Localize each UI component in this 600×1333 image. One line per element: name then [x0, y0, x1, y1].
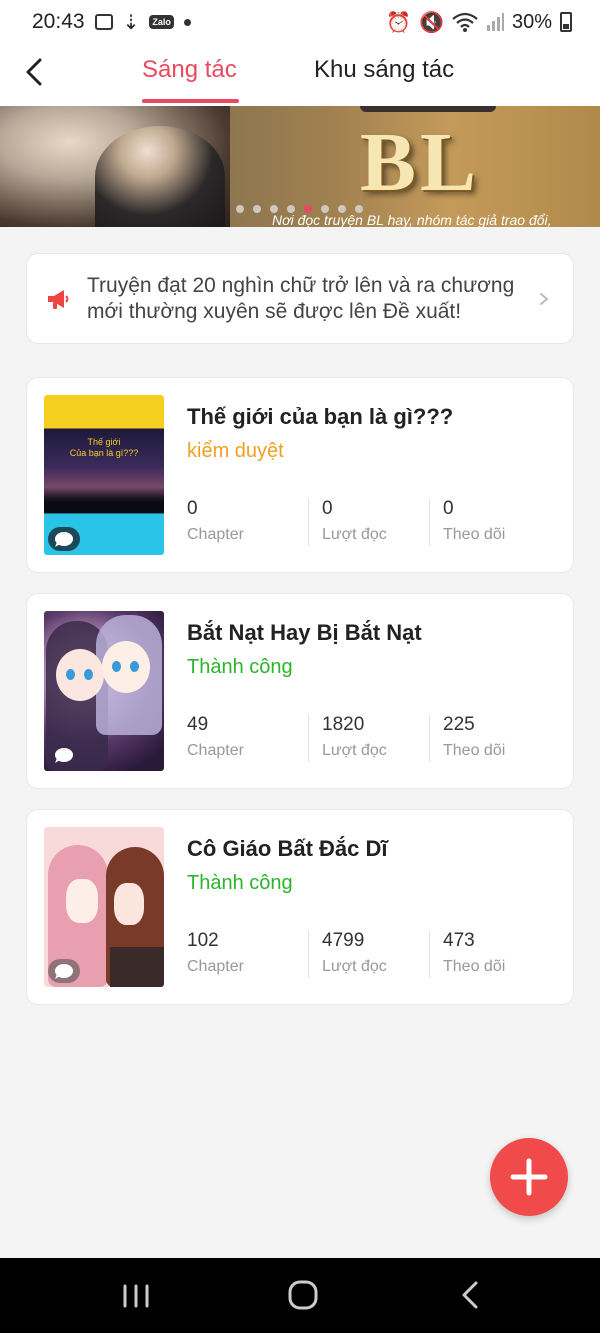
story-status: Thành công	[187, 656, 293, 678]
stat-label: Theo dõi	[443, 526, 506, 543]
wifi-icon	[452, 12, 478, 32]
stat-follows: 225 Theo dõi	[429, 714, 550, 762]
stat-follows: 0 Theo dõi	[429, 498, 550, 546]
stat-label: Chapter	[187, 526, 244, 543]
carousel-dot[interactable]	[236, 205, 244, 213]
banner-decoration	[360, 106, 496, 112]
system-nav-bar	[0, 1258, 600, 1333]
stat-value: 0	[322, 498, 333, 519]
download-icon: ⇣	[122, 11, 140, 34]
back-button[interactable]	[18, 54, 54, 90]
story-title: Thế giới của bạn là gì???	[187, 404, 454, 429]
stat-value: 225	[443, 714, 475, 735]
stat-follows: 473 Theo dõi	[429, 930, 550, 978]
stat-label: Theo dõi	[443, 742, 506, 759]
home-icon	[288, 1280, 318, 1310]
stat-label: Lượt đọc	[322, 958, 387, 975]
signal-icon	[486, 13, 504, 31]
story-cover: Thế giới Của bạn là gì???	[44, 395, 164, 555]
stat-label: Theo dõi	[443, 958, 506, 975]
carousel-dot[interactable]	[338, 205, 346, 213]
story-stats: 49 Chapter 1820 Lượt đọc 225 Theo dõi	[187, 714, 550, 762]
notification-dot-icon	[183, 18, 191, 26]
back-icon	[462, 1281, 478, 1309]
banner-artwork-figure	[95, 126, 225, 227]
cover-title-text: Thế giới Của bạn là gì???	[69, 437, 139, 458]
carousel-dot[interactable]	[355, 205, 363, 213]
add-story-button[interactable]	[490, 1138, 568, 1216]
carousel-dots	[236, 205, 363, 213]
story-status: kiểm duyệt	[187, 440, 284, 462]
story-card[interactable]: Bắt Nạt Hay Bị Bắt Nạt Thành công 49 Chap…	[26, 593, 574, 789]
mute-icon: 🔇	[419, 11, 444, 34]
stat-chapter: 102 Chapter	[187, 930, 308, 978]
carousel-dot[interactable]	[321, 205, 329, 213]
stat-label: Lượt đọc	[322, 526, 387, 543]
tab-active-underline	[142, 99, 239, 103]
megaphone-icon	[48, 289, 69, 309]
battery-icon	[560, 12, 572, 32]
comment-bubble-icon	[48, 743, 80, 767]
story-cover	[44, 827, 164, 987]
chevron-left-icon	[26, 58, 42, 86]
stat-value: 4799	[322, 930, 365, 951]
stat-label: Chapter	[187, 742, 244, 759]
banner-caption: Nơi đọc truyện BL hay, nhóm tác giả trao…	[272, 212, 552, 227]
banner-title: BL	[360, 116, 481, 209]
header: Sáng tác Khu sáng tác	[0, 44, 600, 106]
stat-reads: 0 Lượt đọc	[308, 498, 429, 546]
stat-value: 49	[187, 714, 209, 735]
recommendation-notice[interactable]: Truyện đạt 20 nghìn chữ trở lên và ra ch…	[26, 253, 574, 344]
battery-text: 30%	[511, 10, 552, 33]
gallery-icon	[94, 14, 113, 30]
zalo-icon: Zalo	[149, 15, 174, 29]
plus-icon	[510, 1158, 548, 1196]
story-cover	[44, 611, 164, 771]
status-time: 20:43	[32, 10, 85, 33]
stat-chapter: 0 Chapter	[187, 498, 308, 546]
carousel-dot[interactable]	[253, 205, 261, 213]
story-status: Thành công	[187, 872, 293, 894]
recent-apps-icon	[123, 1284, 149, 1308]
stat-reads: 4799 Lượt đọc	[308, 930, 429, 978]
nav-back-button[interactable]	[452, 1278, 492, 1314]
stat-value: 1820	[322, 714, 365, 735]
story-stats: 0 Chapter 0 Lượt đọc 0 Theo dõi	[187, 498, 550, 546]
story-title: Bắt Nạt Hay Bị Bắt Nạt	[187, 620, 422, 645]
recent-apps-button[interactable]	[116, 1278, 156, 1314]
comment-bubble-icon	[48, 527, 80, 551]
story-title: Cô Giáo Bất Đắc Dĩ	[187, 836, 388, 861]
stat-chapter: 49 Chapter	[187, 714, 308, 762]
notice-text: Truyện đạt 20 nghìn chữ trở lên và ra ch…	[87, 273, 515, 323]
comment-bubble-icon	[48, 959, 80, 983]
stat-value: 102	[187, 930, 219, 951]
promo-banner[interactable]: BL Nơi đọc truyện BL hay, nhóm tác giả t…	[0, 106, 600, 227]
carousel-dot[interactable]	[270, 205, 278, 213]
home-button[interactable]	[283, 1278, 323, 1314]
story-card[interactable]: Thế giới Của bạn là gì??? Thế giới của b…	[26, 377, 574, 573]
status-bar: 20:43 ⇣ Zalo ⏰ 🔇 30%	[0, 0, 600, 44]
tab-khu-sang-tac[interactable]: Khu sáng tác	[314, 56, 454, 84]
stat-value: 0	[443, 498, 454, 519]
story-stats: 102 Chapter 4799 Lượt đọc 473 Theo dõi	[187, 930, 550, 978]
chevron-right-icon	[540, 292, 549, 305]
story-card[interactable]: Cô Giáo Bất Đắc Dĩ Thành công 102 Chapter…	[26, 809, 574, 1005]
carousel-dot[interactable]	[304, 205, 312, 213]
stat-value: 0	[187, 498, 198, 519]
stat-label: Chapter	[187, 958, 244, 975]
stat-label: Lượt đọc	[322, 742, 387, 759]
stat-value: 473	[443, 930, 475, 951]
alarm-icon: ⏰	[386, 11, 412, 34]
stat-reads: 1820 Lượt đọc	[308, 714, 429, 762]
carousel-dot[interactable]	[287, 205, 295, 213]
tab-sang-tac[interactable]: Sáng tác	[142, 56, 237, 84]
